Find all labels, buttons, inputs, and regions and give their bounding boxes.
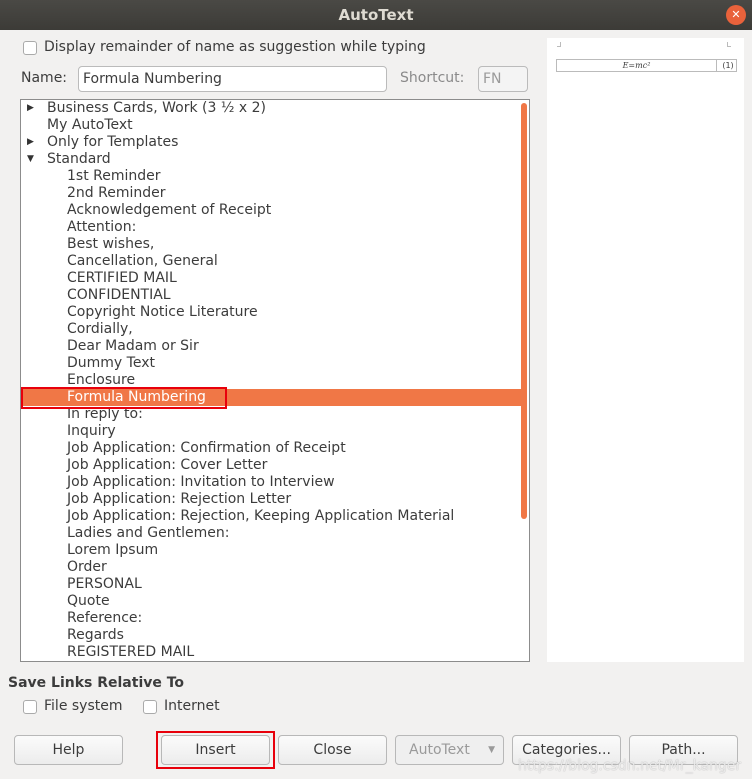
tree-item[interactable]: ▼ Standard — [21, 151, 521, 168]
tree-item[interactable]: REGISTERED MAIL — [21, 644, 521, 661]
tree-item[interactable]: Ladies and Gentlemen: — [21, 525, 521, 542]
tree-item[interactable]: Order — [21, 559, 521, 576]
file-system-checkbox[interactable] — [23, 700, 37, 714]
tree-item-label: Dummy Text — [67, 355, 155, 371]
close-icon[interactable]: ✕ — [726, 5, 746, 25]
internet-label: Internet — [164, 698, 220, 714]
formula-table: E=mc² (1) — [556, 59, 737, 72]
tree-item-label: PERSONAL — [67, 576, 142, 592]
tree-item[interactable]: Dummy Text — [21, 355, 521, 372]
file-system-label: File system — [44, 698, 123, 714]
tree-item-label: Job Application: Cover Letter — [67, 457, 268, 473]
save-links-heading: Save Links Relative To — [8, 675, 185, 691]
help-button[interactable]: Help — [14, 735, 123, 765]
expand-arrow-icon[interactable]: ▶ — [27, 100, 34, 117]
tree-item-label: Lorem Ipsum — [67, 542, 159, 558]
tree-item-label: Regards — [67, 627, 124, 643]
formula-number: (1) — [722, 61, 734, 70]
tree-item[interactable]: Lorem Ipsum — [21, 542, 521, 559]
formula: E=mc² — [557, 60, 717, 71]
expand-arrow-icon[interactable]: ▶ — [27, 134, 34, 151]
tree-item-label: Cancellation, General — [67, 253, 218, 269]
tree-item-label: Cordially, — [67, 321, 133, 337]
tree-item[interactable]: Dear Madam or Sir — [21, 338, 521, 355]
tree-item-label: Attention: — [67, 219, 137, 235]
tree-item[interactable]: CERTIFIED MAIL — [21, 270, 521, 287]
autotext-menu-button[interactable]: AutoText ▼ — [395, 735, 504, 765]
dropdown-arrow-icon: ▼ — [488, 745, 495, 755]
name-label: Name: — [21, 70, 68, 86]
collapse-arrow-icon[interactable]: ▼ — [27, 151, 34, 168]
highlight-box — [21, 387, 227, 409]
tree-item[interactable]: Regards — [21, 627, 521, 644]
autotext-label: AutoText — [409, 742, 470, 758]
tree-item-label: Only for Templates — [47, 134, 179, 150]
tree-item[interactable]: Copyright Notice Literature — [21, 304, 521, 321]
tree-item-label: Reference: — [67, 610, 143, 626]
tree-item-label: Job Application: Rejection Letter — [67, 491, 292, 507]
tree-item[interactable]: Cancellation, General — [21, 253, 521, 270]
shortcut-label: Shortcut: — [400, 70, 465, 86]
preview-pane: E=mc² (1) — [547, 38, 744, 662]
display-remainder-checkbox[interactable] — [23, 41, 37, 55]
tree-item[interactable]: Inquiry — [21, 423, 521, 440]
tree-item-label: CERTIFIED MAIL — [67, 270, 177, 286]
tree-item-label: 2nd Reminder — [67, 185, 166, 201]
tree-item[interactable]: Acknowledgement of Receipt — [21, 202, 521, 219]
name-input[interactable]: Formula Numbering — [78, 66, 387, 92]
tree-item[interactable]: Quote — [21, 593, 521, 610]
tree-item-label: My AutoText — [47, 117, 133, 133]
tree-item[interactable]: Cordially, — [21, 321, 521, 338]
close-button[interactable]: Close — [278, 735, 387, 765]
tree-item-label: CONFIDENTIAL — [67, 287, 171, 303]
tree-item-label: Business Cards, Work (3 ½ x 2) — [47, 100, 266, 116]
tree-item[interactable]: ▶ Only for Templates — [21, 134, 521, 151]
tree-item-label: Best wishes, — [67, 236, 155, 252]
window-title: AutoText — [338, 6, 414, 24]
tree-item[interactable]: My AutoText — [21, 117, 521, 134]
tree-item-label: Job Application: Invitation to Interview — [67, 474, 335, 490]
tree-item-label: 1st Reminder — [67, 168, 161, 184]
autotext-tree[interactable]: REGISTERED MAIL Regards Reference: Quote PER… — [20, 99, 530, 662]
tree-item-label: Order — [67, 559, 107, 575]
tree-item[interactable]: PERSONAL — [21, 576, 521, 593]
tree-item[interactable]: 1st Reminder — [21, 168, 521, 185]
tree-item-label: Copyright Notice Literature — [67, 304, 258, 320]
tree-item[interactable]: CONFIDENTIAL — [21, 287, 521, 304]
tree-item[interactable]: Reference: — [21, 610, 521, 627]
watermark: https://blog.csdn.net/Mr_kanger — [518, 758, 742, 774]
shortcut-input[interactable]: FN — [478, 66, 528, 92]
tree-item-label: Ladies and Gentlemen: — [67, 525, 230, 541]
title-bar: AutoText ✕ — [0, 0, 752, 30]
tree-item-label: Quote — [67, 593, 110, 609]
insert-highlight-box — [156, 731, 275, 769]
tree-item-label: Standard — [47, 151, 111, 167]
tree-item[interactable]: Job Application: Rejection Letter — [21, 491, 521, 508]
tree-item[interactable]: 2nd Reminder — [21, 185, 521, 202]
tree-item[interactable]: ▶ Business Cards, Work (3 ½ x 2) — [21, 100, 521, 117]
tree-item-label: Inquiry — [67, 423, 116, 439]
tree-item-label: Job Application: Rejection, Keeping Appl… — [67, 508, 455, 524]
tree-item[interactable]: Job Application: Rejection, Keeping Appl… — [21, 508, 521, 525]
tree-item-label: Acknowledgement of Receipt — [67, 202, 272, 218]
internet-checkbox[interactable] — [143, 700, 157, 714]
tree-item[interactable]: Best wishes, — [21, 236, 521, 253]
tree-item-label: Job Application: Confirmation of Receipt — [67, 440, 346, 456]
tree-item[interactable]: Attention: — [21, 219, 521, 236]
scrollbar[interactable] — [521, 103, 527, 519]
display-remainder-label: Display remainder of name as suggestion … — [44, 39, 426, 55]
tree-item[interactable]: Job Application: Invitation to Interview — [21, 474, 521, 491]
tree-item-label: Dear Madam or Sir — [67, 338, 199, 354]
tree-item[interactable]: Job Application: Cover Letter — [21, 457, 521, 474]
tree-item[interactable]: Job Application: Confirmation of Receipt — [21, 440, 521, 457]
tree-item-label: REGISTERED MAIL — [67, 644, 195, 660]
